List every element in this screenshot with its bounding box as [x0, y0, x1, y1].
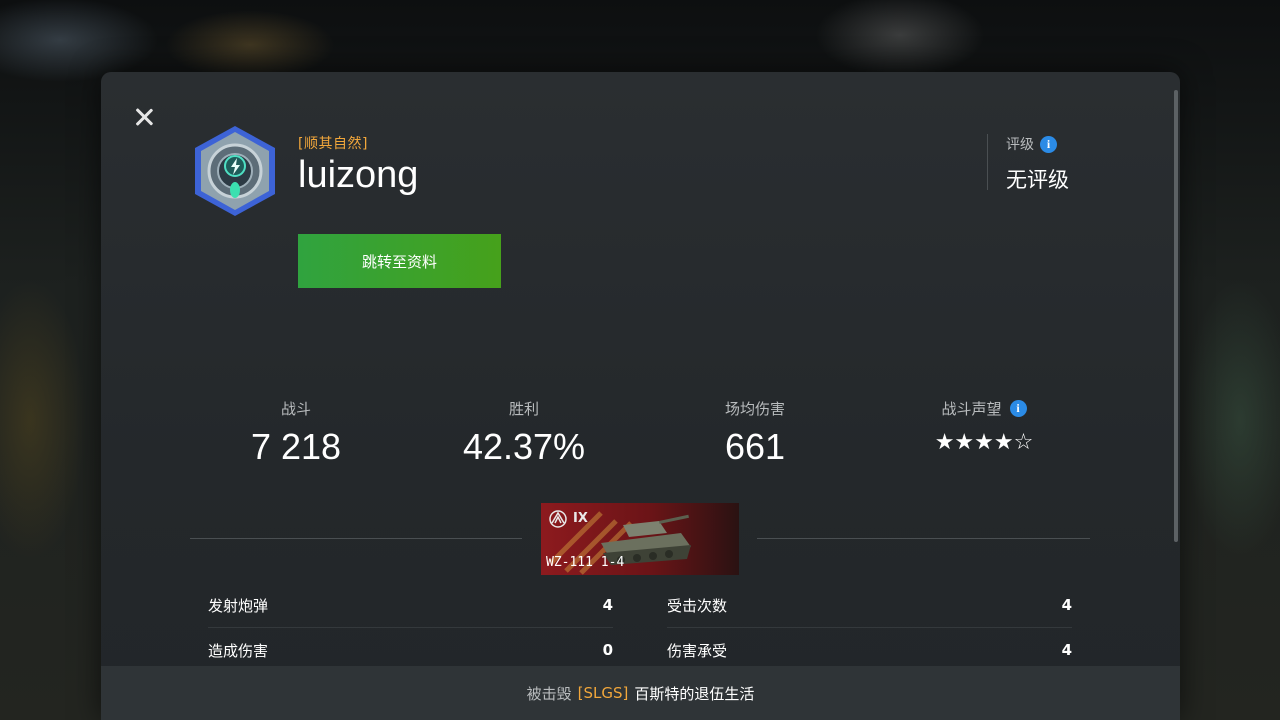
info-icon[interactable]: i	[1040, 135, 1057, 153]
stat-label: 战斗	[280, 399, 311, 418]
row-value: 4	[1061, 596, 1072, 614]
stat-avg-damage: 场均伤害 661	[640, 398, 870, 468]
vehicle-name: WZ-111 1-4	[546, 555, 625, 570]
clan-tag: [顺其自然]	[298, 136, 368, 152]
player-info-modal: [顺其自然] luizong 跳转至资料 评级 i 无评级 战斗 7 218 胜…	[101, 72, 1180, 720]
stat-label: 场均伤害	[724, 399, 785, 418]
rank-badge-icon	[195, 126, 275, 216]
stat-reputation: 战斗声望 i ★★★★☆	[869, 398, 1099, 455]
row-label: 伤害承受	[667, 641, 728, 660]
destroyed-by-label: 被击毁	[526, 684, 572, 703]
reputation-stars: ★★★★☆	[934, 430, 1034, 455]
stat-battles: 战斗 7 218	[181, 398, 411, 468]
killer-clan-tag: [SLGS]	[577, 684, 629, 702]
stat-wins: 胜利 42.37%	[409, 398, 639, 468]
stat-value: 42.37%	[462, 426, 586, 467]
nation-emblem-icon	[549, 510, 567, 528]
stat-label: 战斗声望	[941, 399, 1002, 418]
row-value: 4	[602, 596, 613, 614]
rating-label: 评级	[1006, 137, 1034, 153]
close-icon[interactable]	[131, 104, 157, 130]
goto-profile-button[interactable]: 跳转至资料	[298, 234, 501, 288]
row-label: 发射炮弹	[208, 596, 269, 615]
row-label: 造成伤害	[208, 641, 269, 660]
stat-label: 胜利	[508, 399, 539, 418]
player-name: luizong	[298, 154, 419, 196]
killer-name: 百斯特的退伍生活	[634, 684, 755, 703]
row-value: 4	[1061, 641, 1072, 659]
vehicle-card: IX WZ-111 1-4	[541, 503, 739, 575]
list-item: 受击次数 4	[667, 583, 1072, 628]
stat-value: 7 218	[250, 426, 342, 467]
info-icon[interactable]: i	[1009, 399, 1027, 417]
divider	[757, 538, 1090, 539]
rating-block: 评级 i 无评级	[987, 134, 1069, 192]
row-label: 受击次数	[667, 596, 728, 615]
divider	[190, 538, 522, 539]
row-value: 0	[602, 641, 613, 659]
scrollbar[interactable]	[1174, 90, 1178, 542]
rating-value: 无评级	[1006, 168, 1069, 192]
list-item: 发射炮弹 4	[208, 583, 613, 628]
destroyed-by-bar: 被击毁 [SLGS] 百斯特的退伍生活	[101, 666, 1180, 720]
vehicle-tier: IX	[573, 511, 588, 526]
stat-value: 661	[724, 426, 786, 467]
